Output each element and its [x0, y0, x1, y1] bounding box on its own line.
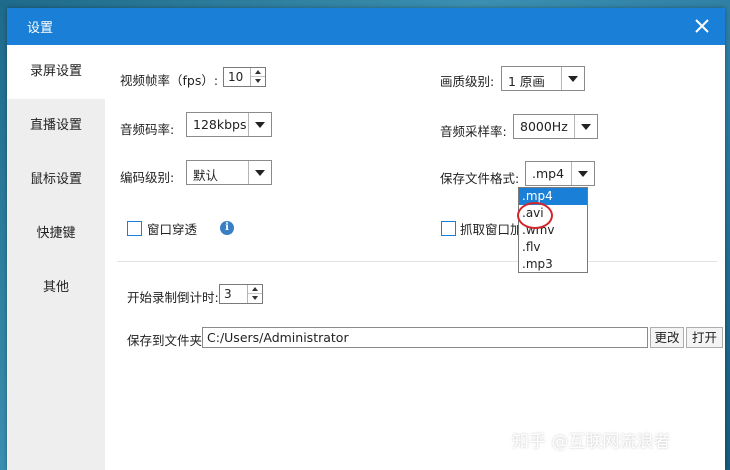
countdown-spinner-buttons: [247, 285, 262, 303]
fps-spinner[interactable]: 10: [223, 67, 266, 87]
capture-partial-checkbox[interactable]: [441, 221, 456, 236]
close-button[interactable]: [679, 8, 725, 45]
file-format-value: .mp4: [532, 166, 565, 181]
sidebar-item-other[interactable]: 其他: [7, 261, 105, 315]
sidebar-item-shortcuts[interactable]: 快捷键: [7, 207, 105, 261]
fps-spinner-buttons: [250, 68, 265, 86]
save-folder-value: C:/Users/Administrator: [207, 330, 349, 345]
format-option-flv[interactable]: .flv: [519, 239, 587, 256]
countdown-up-arrow-icon[interactable]: [248, 285, 262, 294]
file-format-dropdown-list: .mp4 .avi .wmv .flv .mp3: [518, 187, 588, 273]
encode-level-select[interactable]: 默认: [186, 160, 272, 185]
format-option-avi[interactable]: .avi: [519, 205, 587, 222]
encode-level-value: 默认: [193, 168, 219, 183]
title-bar: 设置: [7, 8, 725, 45]
fps-up-arrow-icon[interactable]: [251, 68, 265, 77]
format-option-wmv[interactable]: .wmv: [519, 222, 587, 239]
format-option-mp4[interactable]: .mp4: [519, 188, 587, 205]
save-folder-input[interactable]: C:/Users/Administrator: [202, 327, 648, 348]
window-title: 设置: [27, 21, 54, 36]
countdown-value: 3: [224, 287, 232, 301]
sidebar-item-mouse[interactable]: 鼠标设置: [7, 153, 105, 207]
close-icon: [695, 19, 709, 33]
countdown-spinner[interactable]: 3: [219, 284, 263, 304]
chevron-down-icon: [571, 162, 594, 185]
countdown-down-arrow-icon[interactable]: [248, 294, 262, 303]
fps-down-arrow-icon[interactable]: [251, 77, 265, 86]
chevron-down-icon: [561, 67, 584, 90]
window-through-checkbox[interactable]: [127, 221, 142, 236]
window-through-label: 窗口穿透: [147, 222, 198, 237]
fps-value: 10: [228, 70, 244, 84]
audio-bitrate-value: 128kbps: [193, 117, 247, 132]
watermark: 知乎 @互联网流浪者: [512, 432, 671, 452]
quality-label: 画质级别:: [440, 74, 495, 89]
divider: [117, 261, 717, 262]
info-icon[interactable]: i: [220, 221, 234, 235]
sample-rate-label: 音频采样率:: [440, 124, 507, 139]
sample-rate-select[interactable]: 8000Hz: [513, 114, 598, 139]
format-option-mp3[interactable]: .mp3: [519, 256, 587, 273]
quality-value: 1 原画: [508, 74, 545, 89]
encode-level-label: 编码级别:: [120, 170, 175, 185]
sidebar: 录屏设置 直播设置 鼠标设置 快捷键 其他: [7, 45, 105, 470]
sidebar-item-live[interactable]: 直播设置: [7, 99, 105, 153]
change-folder-button[interactable]: 更改: [650, 327, 684, 348]
countdown-label: 开始录制倒计时:: [127, 290, 219, 305]
file-format-label: 保存文件格式:: [440, 171, 520, 186]
sidebar-item-record[interactable]: 录屏设置: [7, 45, 105, 99]
capture-partial-label: 抓取窗口加: [460, 222, 523, 237]
save-folder-label: 保存到文件夹:: [127, 333, 207, 348]
open-folder-button[interactable]: 打开: [686, 327, 723, 348]
fps-label: 视频帧率（fps）:: [120, 73, 219, 88]
content-panel: 视频帧率（fps）: 10 画质级别: 1 原画 音频码率: 128kbps 音…: [105, 45, 725, 470]
audio-bitrate-label: 音频码率:: [120, 122, 175, 137]
chevron-down-icon: [248, 161, 271, 184]
chevron-down-icon: [574, 115, 597, 138]
quality-select[interactable]: 1 原画: [501, 66, 585, 91]
chevron-down-icon: [248, 113, 271, 136]
audio-bitrate-select[interactable]: 128kbps: [186, 112, 272, 137]
file-format-select[interactable]: .mp4: [525, 161, 595, 186]
sample-rate-value: 8000Hz: [520, 119, 568, 134]
settings-window: 设置 录屏设置 直播设置 鼠标设置 快捷键 其他 视频帧率（fps）: 10 画…: [7, 8, 725, 470]
